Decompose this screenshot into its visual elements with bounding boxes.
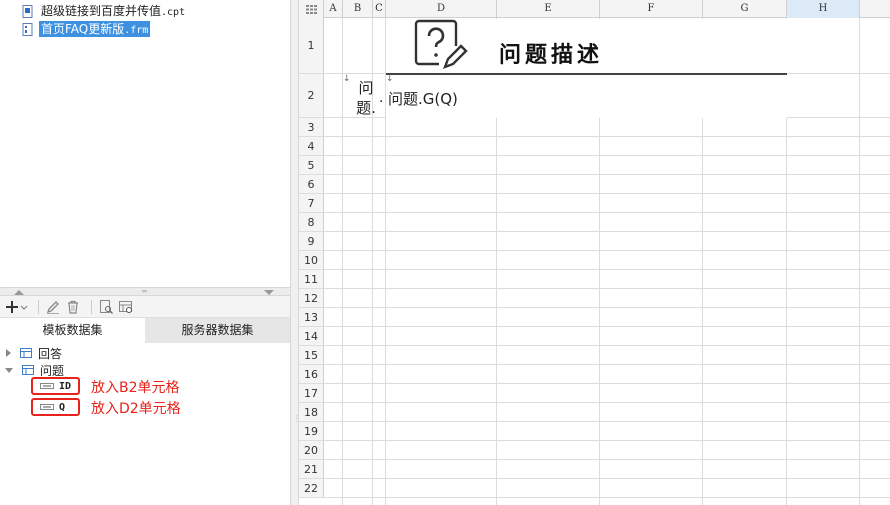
expand-mark-icon: ↓	[386, 74, 394, 84]
dataset-item-answer[interactable]: 回答	[6, 345, 62, 361]
row-header-16[interactable]: 16	[299, 365, 324, 384]
row-header-3[interactable]: 3	[299, 118, 324, 137]
column-header-e[interactable]: E	[497, 0, 600, 18]
expand-down-icon[interactable]	[5, 367, 13, 373]
spreadsheet[interactable]: 问题描述 问 题. . 问题.G(Q) ↓ ↓ ABCDEFGH 1234567…	[299, 0, 890, 505]
collapse-up-icon[interactable]	[14, 290, 24, 295]
frm-file-icon	[22, 22, 34, 36]
file-tree: 超级链接到百度并传值.cpt 首页FAQ更新版.frm	[0, 0, 290, 287]
row-header-18[interactable]: 18	[299, 403, 324, 422]
select-all-corner[interactable]	[299, 0, 324, 18]
trash-icon	[68, 300, 78, 314]
preview-dataset-button[interactable]	[98, 297, 114, 317]
field-id[interactable]: ID	[31, 377, 80, 395]
row-header-17[interactable]: 17	[299, 384, 324, 403]
collapse-down-icon[interactable]	[264, 290, 274, 295]
row-header-19[interactable]: 19	[299, 422, 324, 441]
row-header-8[interactable]: 8	[299, 213, 324, 232]
dataset-server-icon	[119, 300, 132, 313]
dataset-item-question[interactable]: 问题	[5, 362, 64, 378]
field-icon	[40, 383, 54, 389]
row-header-2[interactable]: 2	[299, 74, 324, 118]
grip-icon: ═	[142, 287, 147, 296]
panel-divider[interactable]: ⋮	[290, 0, 301, 505]
row-header-5[interactable]: 5	[299, 156, 324, 175]
annotation-b2: 放入B2单元格	[91, 380, 180, 396]
column-header-g[interactable]: G	[703, 0, 787, 18]
add-dataset-button[interactable]	[6, 297, 28, 317]
annotation-d2: 放入D2单元格	[91, 401, 181, 417]
cpt-file-icon	[22, 4, 34, 18]
cell-b2: 问 题.	[356, 79, 376, 117]
tab-template-dataset[interactable]: 模板数据集	[0, 318, 145, 343]
row-header-21[interactable]: 21	[299, 460, 324, 479]
field-icon	[40, 404, 54, 410]
grid-icon	[305, 4, 317, 14]
column-header-a[interactable]: A	[324, 0, 343, 18]
dataset-tabs: 模板数据集 服务器数据集	[0, 318, 290, 343]
row-header-9[interactable]: 9	[299, 232, 324, 251]
row-header-7[interactable]: 7	[299, 194, 324, 213]
left-panel: 超级链接到百度并传值.cpt 首页FAQ更新版.frm ═ 模板数据集 服务器数…	[0, 0, 290, 505]
dataset-icon	[20, 348, 32, 358]
dataset-tree: 回答 问题 ID 放入B2单元格 Q 放入D2单元格	[0, 343, 290, 505]
column-header-c[interactable]: C	[373, 0, 386, 18]
page-title: 问题描述	[499, 43, 604, 68]
row-header-15[interactable]: 15	[299, 346, 324, 365]
row-header-1[interactable]: 1	[299, 18, 324, 74]
row-header-14[interactable]: 14	[299, 327, 324, 346]
plus-icon	[6, 300, 28, 313]
pencil-icon	[46, 300, 59, 314]
dataset-icon	[22, 365, 34, 375]
row-header-6[interactable]: 6	[299, 175, 324, 194]
column-header-d[interactable]: D	[386, 0, 497, 18]
column-header-b[interactable]: B	[343, 0, 373, 18]
column-header-h[interactable]: H	[787, 0, 860, 18]
expand-right-icon[interactable]	[6, 349, 11, 357]
edit-dataset-button[interactable]	[45, 297, 61, 317]
panel-splitter[interactable]: ═	[0, 287, 290, 296]
preview-icon	[100, 299, 113, 314]
row-header-13[interactable]: 13	[299, 308, 324, 327]
dataset-toolbar	[0, 296, 290, 318]
question-edit-icon	[414, 19, 468, 70]
row-header-22[interactable]: 22	[299, 479, 324, 498]
row-header-4[interactable]: 4	[299, 137, 324, 156]
server-dataset-button[interactable]	[118, 297, 134, 317]
row-header-20[interactable]: 20	[299, 441, 324, 460]
cell-c2: .	[379, 90, 384, 106]
field-q[interactable]: Q	[31, 398, 80, 416]
row-header-12[interactable]: 12	[299, 289, 324, 308]
row-header-11[interactable]: 11	[299, 270, 324, 289]
file-item-cpt[interactable]: 超级链接到百度并传值.cpt	[22, 3, 187, 19]
tab-server-dataset[interactable]: 服务器数据集	[145, 318, 290, 343]
cell-d2-text: 问题.G(Q)	[388, 90, 458, 108]
column-header-f[interactable]: F	[600, 0, 703, 18]
expand-mark-icon: ↓	[343, 74, 351, 84]
row-header-10[interactable]: 10	[299, 251, 324, 270]
delete-dataset-button[interactable]	[65, 297, 81, 317]
file-item-frm[interactable]: 首页FAQ更新版.frm	[22, 21, 151, 37]
